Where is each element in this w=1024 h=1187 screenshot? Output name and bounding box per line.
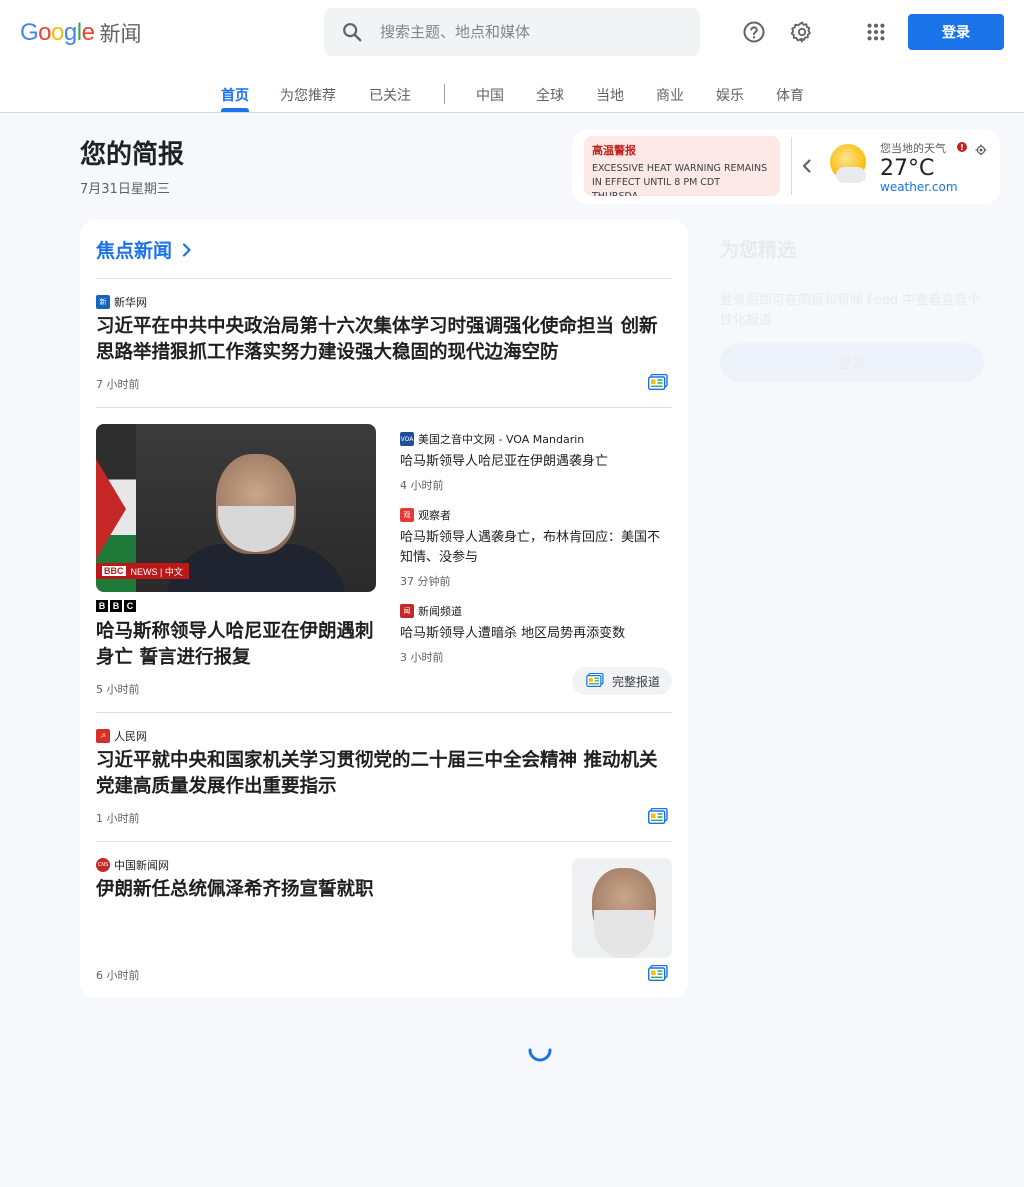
weather-source-link[interactable]: weather.com [880, 180, 958, 194]
news-channel-favicon: 闻 [400, 604, 414, 618]
bbc-news-badge: BBC NEWS | 中文 [96, 563, 189, 579]
story-source[interactable]: ☭ 人民网 [96, 728, 147, 744]
heat-alert[interactable]: 高温警报 EXCESSIVE HEAT WARNING REMAINS IN E… [584, 136, 780, 196]
full-coverage-icon [586, 672, 604, 690]
active-tab-indicator [221, 108, 249, 112]
source-name: 美国之音中文网 - VOA Mandarin [418, 433, 585, 446]
chevron-left-icon[interactable] [800, 157, 814, 179]
picks-title: 为您精选 [720, 239, 797, 261]
apps-grid-icon[interactable] [856, 12, 896, 52]
source-name: 观察者 [418, 509, 451, 522]
divider [96, 841, 672, 842]
related-headline[interactable]: 哈马斯领导人遭暗杀 地区局势再添变数 [400, 624, 672, 644]
alert-text: EXCESSIVE HEAT WARNING REMAINS IN EFFECT… [592, 163, 768, 196]
picks-login-button[interactable]: 登录 [720, 343, 984, 382]
tab-business[interactable]: 商业 [656, 85, 684, 105]
page-title: 您的简报 [80, 140, 185, 170]
full-coverage-icon[interactable] [647, 964, 668, 982]
related-headline[interactable]: 哈马斯领导人哈尼亚在伊朗遇袭身亡 [400, 452, 672, 472]
related-time: 3 小时前 [400, 651, 444, 664]
search-input[interactable] [380, 23, 680, 41]
cloud-icon [836, 167, 866, 183]
related-source[interactable]: VOA 美国之音中文网 - VOA Mandarin [400, 431, 584, 447]
top-stories-title: 焦点新闻 [96, 240, 173, 262]
location-target-icon[interactable] [975, 141, 987, 160]
temperature: 27°C [880, 156, 935, 181]
help-icon[interactable] [734, 12, 774, 52]
tab-local[interactable]: 当地 [596, 85, 624, 105]
bbc-logo[interactable]: B B C [96, 600, 136, 612]
chevron-right-icon [180, 242, 192, 258]
full-coverage-button[interactable]: 完整报道 [572, 667, 672, 695]
full-coverage-icon[interactable] [647, 807, 668, 825]
related-headline[interactable]: 哈马斯领导人遇袭身亡，布林肯回应：美国不知情、没参与 [400, 528, 672, 568]
bbc-logo-letter: B [96, 600, 108, 612]
full-coverage-icon[interactable] [647, 373, 668, 391]
tab-for-you[interactable]: 为您推荐 [280, 85, 336, 105]
settings-gear-icon[interactable] [782, 12, 822, 52]
thumbnail-beard [594, 910, 654, 958]
related-source[interactable]: 观 观察者 [400, 507, 451, 523]
bbc-logo-letter: C [124, 600, 136, 612]
story-time: 1 小时前 [96, 812, 140, 825]
weather-label: 您当地的天气 [880, 142, 946, 155]
story-source[interactable]: 新 新华网 [96, 294, 147, 310]
section-tabs: 首页 为您推荐 已关注 中国 全球 当地 商业 娱乐 体育 [0, 74, 1024, 113]
weather-card: 高温警报 EXCESSIVE HEAT WARNING REMAINS IN E… [572, 129, 1000, 204]
story-thumbnail[interactable] [572, 858, 672, 958]
weather-divider [791, 137, 792, 195]
picks-description: 登录后即可在简报和新闻 Feed 中查看查看个性化报道 [720, 293, 981, 328]
google-wordmark: Google [20, 19, 95, 46]
search-box[interactable] [324, 8, 700, 56]
bbc-badge-text: NEWS | 中文 [130, 566, 183, 577]
tab-china[interactable]: 中国 [476, 85, 504, 105]
login-button[interactable]: 登录 [908, 14, 1004, 50]
top-stories-link[interactable]: 焦点新闻 [96, 236, 192, 263]
xinhua-favicon: 新 [96, 295, 110, 309]
peoples-daily-favicon: ☭ [96, 729, 110, 743]
story-image[interactable]: BBC NEWS | 中文 [96, 424, 376, 592]
tab-following[interactable]: 已关注 [369, 85, 411, 105]
warning-icon: ! [957, 142, 967, 152]
alert-title: 高温警报 [592, 144, 636, 157]
divider [96, 712, 672, 713]
source-name: 新闻频道 [418, 605, 462, 618]
source-name: 新华网 [114, 296, 147, 309]
tab-home[interactable]: 首页 [221, 85, 249, 105]
briefing-date: 7月31日星期三 [80, 182, 170, 197]
flag-triangle [96, 459, 126, 559]
tab-world[interactable]: 全球 [536, 85, 564, 105]
top-app-bar: Google 新闻 登录 首页 为您推荐 已关注 中国 全球 当地 商业 娱乐 … [0, 0, 1024, 113]
tab-sports[interactable]: 体育 [776, 85, 804, 105]
full-coverage-label: 完整报道 [612, 674, 661, 689]
source-name: 中国新闻网 [114, 859, 169, 872]
related-time: 37 分钟前 [400, 575, 451, 588]
story-headline[interactable]: 习近平在中共中央政治局第十六次集体学习时强调强化使命担当 创新思路举措狠抓工作落… [96, 314, 666, 366]
chinanews-favicon: CNS [96, 858, 110, 872]
search-icon[interactable] [324, 21, 380, 43]
voa-favicon: VOA [400, 432, 414, 446]
story-source[interactable]: CNS 中国新闻网 [96, 857, 169, 873]
related-time: 4 小时前 [400, 479, 444, 492]
logo-news-label: 新闻 [99, 22, 142, 46]
google-news-logo[interactable]: Google 新闻 [20, 18, 141, 48]
story-headline[interactable]: 伊朗新任总统佩泽希齐扬宣誓就职 [96, 877, 556, 903]
story-time: 6 小时前 [96, 969, 140, 982]
tab-entertainment[interactable]: 娱乐 [716, 85, 744, 105]
story-headline[interactable]: 哈马斯称领导人哈尼亚在伊朗遇刺身亡 誓言进行报复 [96, 619, 380, 671]
divider [96, 407, 672, 408]
story-time: 5 小时前 [96, 683, 140, 696]
top-stories-card: 焦点新闻 新 新华网 习近平在中共中央政治局第十六次集体学习时强调强化使命担当 … [80, 220, 688, 998]
guancha-favicon: 观 [400, 508, 414, 522]
divider [96, 278, 672, 279]
bbc-logo-letter: B [110, 600, 122, 612]
loading-spinner-icon [526, 1036, 554, 1064]
story-headline[interactable]: 习近平就中央和国家机关学习贯彻党的二十届三中全会精神 推动机关党建高质量发展作出… [96, 748, 666, 800]
related-source[interactable]: 闻 新闻频道 [400, 603, 462, 619]
source-name: 人民网 [114, 730, 147, 743]
story-time: 7 小时前 [96, 378, 140, 391]
tab-divider [444, 84, 445, 104]
